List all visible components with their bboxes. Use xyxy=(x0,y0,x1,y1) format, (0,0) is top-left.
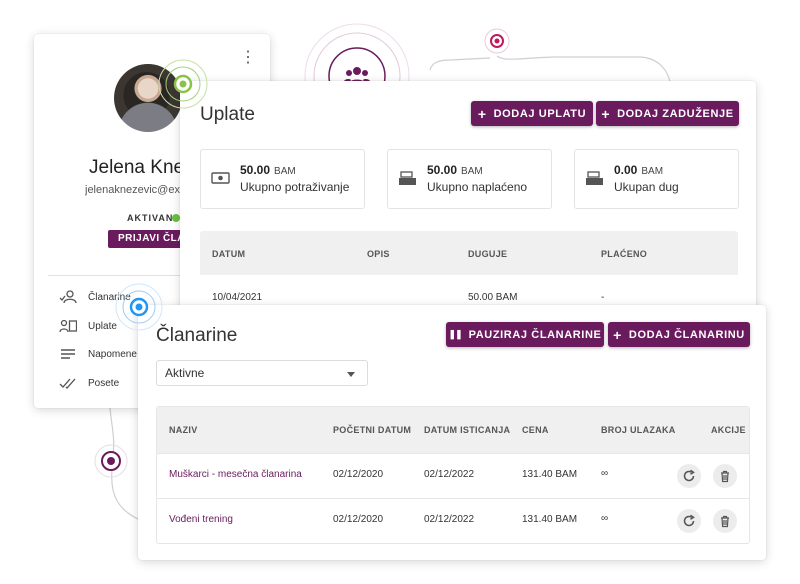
add-membership-button[interactable]: + DODAJ ČLANARINU xyxy=(608,322,750,347)
visits-icon xyxy=(58,375,78,391)
stat-total-collected: 50.00 BAM Ukupno naplaćeno xyxy=(387,149,552,209)
pause-icon: ❚❚ xyxy=(448,329,463,339)
trash-icon xyxy=(721,470,729,483)
cell-end: 02/12/2022 xyxy=(424,514,475,525)
menu-item-label: Napomene xyxy=(88,348,137,360)
memberships-card: Članarine ❚❚ PAUZIRAJ ČLANARINE + DODAJ ČL… xyxy=(138,305,766,560)
delete-button[interactable] xyxy=(713,464,737,488)
cell-ulazi: ∞ xyxy=(601,513,609,524)
column-header-opis[interactable]: OPIS xyxy=(367,249,390,259)
cell-end: 02/12/2022 xyxy=(424,469,475,480)
more-options-icon[interactable]: ⋮ xyxy=(240,48,256,68)
column-header-naziv[interactable]: NAZIV xyxy=(169,425,198,435)
memberships-title: Članarine xyxy=(156,325,238,346)
payments-icon xyxy=(58,318,78,334)
add-payment-button[interactable]: + DODAJ UPLATU xyxy=(471,101,593,126)
table-row[interactable]: Muškarci - mesečna članarina 02/12/2020 … xyxy=(157,453,749,499)
plus-icon: + xyxy=(613,326,622,343)
stat-total-debt: 0.00 BAM Ukupan dug xyxy=(574,149,739,209)
pause-label: PAUZIRAJ ČLANARINE xyxy=(468,328,602,341)
stat-unit: BAM xyxy=(274,166,296,177)
stat-unit: BAM xyxy=(641,166,664,177)
stat-amount: 50.00 xyxy=(427,163,458,177)
cell-placeno: - xyxy=(601,292,605,303)
status-dot xyxy=(172,214,180,222)
column-header-start[interactable]: POČETNI DATUM xyxy=(333,425,411,435)
members-icon xyxy=(58,289,78,305)
add-payment-label: DODAJ UPLATU xyxy=(493,107,587,120)
add-charge-label: DODAJ ZADUŽENJE xyxy=(617,107,734,120)
cell-start: 02/12/2020 xyxy=(333,469,384,480)
cell-datum: 10/04/2021 xyxy=(212,292,263,303)
column-header-placeno[interactable]: PLAĆENO xyxy=(601,249,647,259)
payments-table-header: DATUM OPIS DUGUJE PLAĆENO xyxy=(200,231,738,275)
chevron-down-icon xyxy=(347,372,355,377)
cell-naziv[interactable]: Muškarci - mesečna članarina xyxy=(169,469,302,480)
stat-unit: BAM xyxy=(461,166,483,177)
stat-label: Ukupan dug xyxy=(614,180,679,194)
add-membership-label: DODAJ ČLANARINU xyxy=(628,328,745,341)
filter-value: Aktivne xyxy=(165,366,205,380)
stat-value: 0.00 BAM xyxy=(614,163,663,177)
stat-label: Ukupno potraživanje xyxy=(240,180,350,194)
cell-duguje: 50.00 BAM xyxy=(468,292,518,303)
stat-value: 50.00 BAM xyxy=(240,163,296,177)
column-header-duguje[interactable]: DUGUJE xyxy=(468,249,507,259)
memberships-table: NAZIV POČETNI DATUM DATUM ISTICANJA CENA… xyxy=(156,406,750,544)
refresh-icon xyxy=(683,514,695,527)
green-ring-marker xyxy=(158,59,208,109)
trash-icon xyxy=(721,515,729,528)
notes-icon xyxy=(58,346,78,362)
stat-total-receivable: 50.00 BAM Ukupno potraživanje xyxy=(200,149,365,209)
renew-button[interactable] xyxy=(677,509,701,533)
add-charge-button[interactable]: + DODAJ ZADUŽENJE xyxy=(596,101,739,126)
blue-ring-marker xyxy=(115,283,163,331)
cell-ulazi: ∞ xyxy=(601,468,609,479)
memberships-table-header: NAZIV POČETNI DATUM DATUM ISTICANJA CENA… xyxy=(157,407,749,453)
register-icon xyxy=(399,171,416,185)
status-badge: AKTIVAN xyxy=(127,213,174,223)
plus-icon: + xyxy=(601,105,611,122)
membership-filter-select[interactable]: Aktivne xyxy=(156,360,368,386)
cell-start: 02/12/2020 xyxy=(333,514,384,525)
register-icon xyxy=(586,171,603,185)
cell-cena: 131.40 BAM xyxy=(522,514,578,525)
stat-amount: 0.00 xyxy=(614,163,638,177)
column-header-datum[interactable]: DATUM xyxy=(212,249,245,259)
stat-value: 50.00 BAM xyxy=(427,163,483,177)
renew-button[interactable] xyxy=(677,464,701,488)
stat-amount: 50.00 xyxy=(240,163,271,177)
refresh-icon xyxy=(683,469,695,482)
column-header-end[interactable]: DATUM ISTICANJA xyxy=(424,425,510,435)
menu-item-label: Uplate xyxy=(88,320,117,332)
plus-icon: + xyxy=(477,105,487,122)
column-header-akcije: AKCIJE xyxy=(711,425,746,435)
stat-label: Ukupno naplaćeno xyxy=(427,180,528,194)
delete-button[interactable] xyxy=(713,509,737,533)
cell-naziv[interactable]: Vođeni trening xyxy=(169,514,233,525)
menu-item-label: Posete xyxy=(88,377,120,389)
pause-memberships-button[interactable]: ❚❚ PAUZIRAJ ČLANARINE xyxy=(446,322,604,347)
table-row[interactable]: Vođeni trening 02/12/2020 02/12/2022 131… xyxy=(157,498,749,544)
cash-icon xyxy=(211,172,230,184)
payments-card: Uplate + DODAJ UPLATU + DODAJ ZADUŽENJE 50… xyxy=(180,81,756,326)
column-header-ulazi[interactable]: BROJ ULAZAKA xyxy=(601,425,676,435)
column-header-cena[interactable]: CENA xyxy=(522,425,549,435)
cell-cena: 131.40 BAM xyxy=(522,469,578,480)
